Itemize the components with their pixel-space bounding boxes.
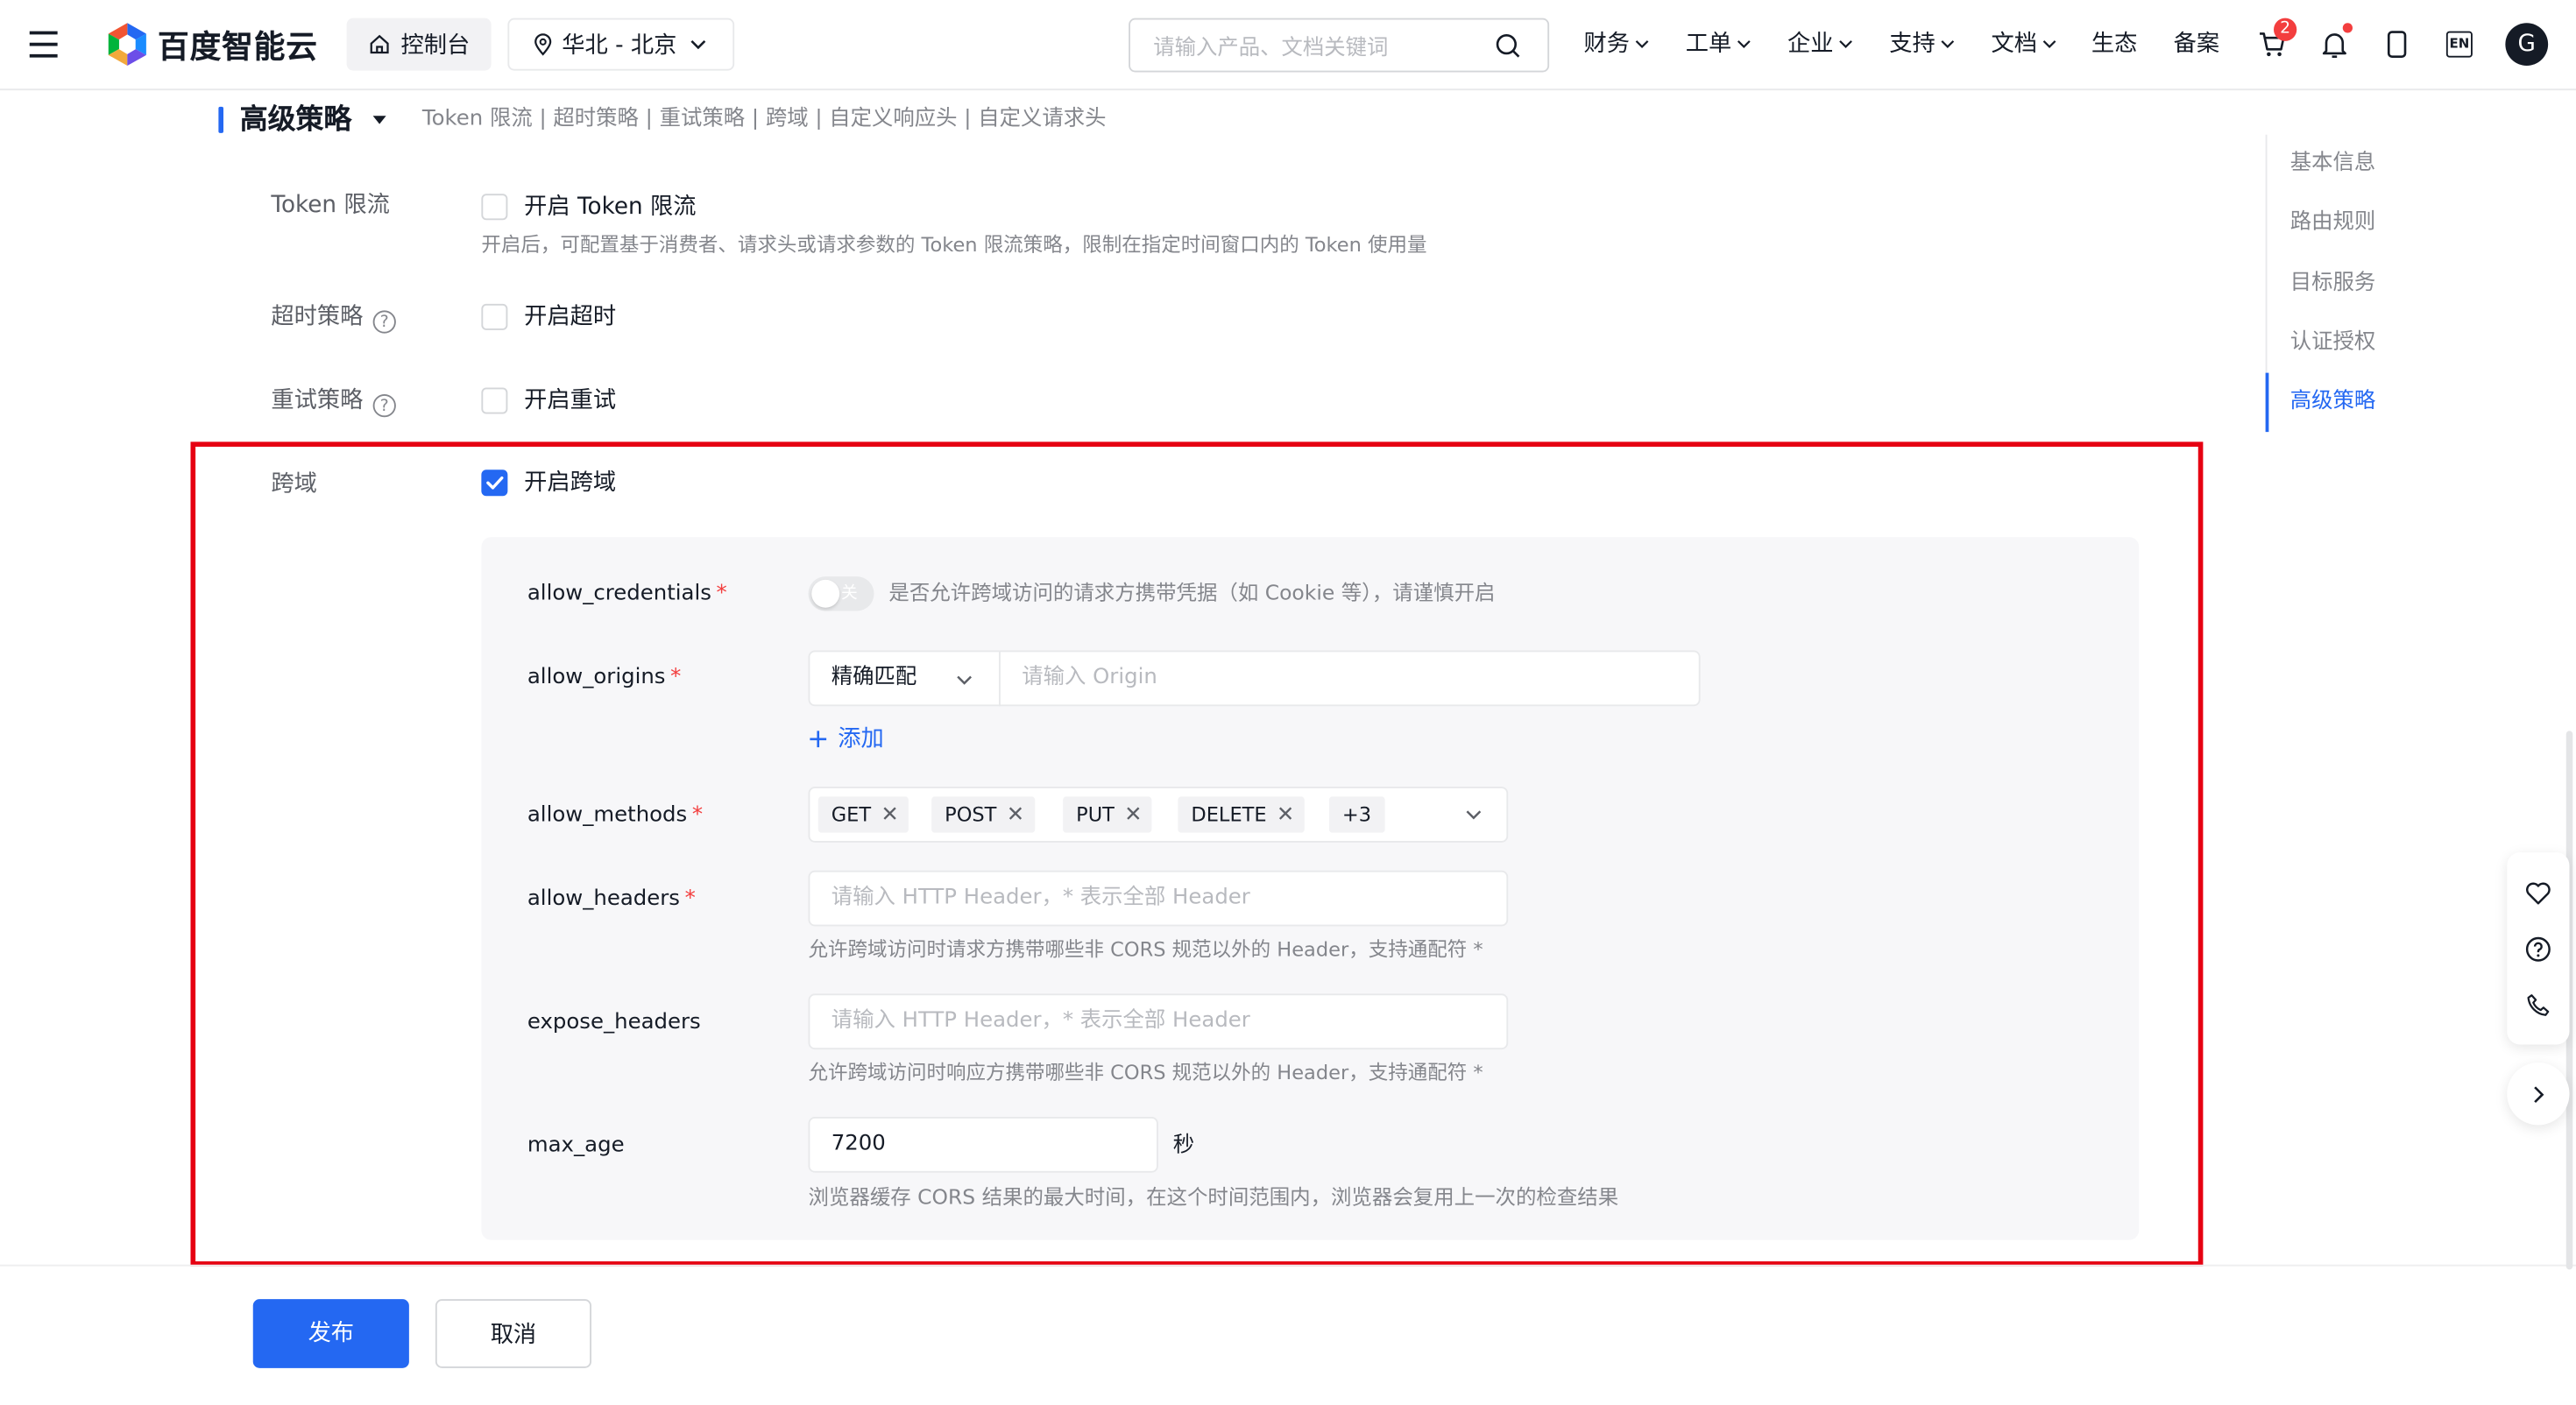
cart-badge: 2 (2274, 18, 2297, 41)
timeout-policy-label: 超时策略 (271, 303, 364, 330)
nav-ecosystem[interactable]: 生态 (2091, 28, 2138, 61)
search-icon[interactable] (1495, 33, 1521, 60)
baidu-cloud-logo-icon (108, 23, 146, 66)
user-avatar[interactable]: G (2505, 23, 2549, 66)
top-navbar: 百度智能云 控制台 华北 - 北京 请输入产品、文档关键词 财务 工单 企业 支… (0, 0, 2576, 91)
footer-divider (0, 1264, 2576, 1267)
side-nav-basic-info[interactable]: 基本信息 (2290, 148, 2376, 181)
avatar-letter: G (2517, 31, 2536, 58)
heart-icon (2526, 882, 2551, 905)
chevron-down-icon (1839, 40, 1852, 49)
region-selector[interactable]: 华北 - 北京 (507, 18, 735, 71)
brand-logo[interactable]: 百度智能云 (105, 21, 318, 67)
retry-checkbox[interactable] (481, 387, 508, 414)
search-placeholder: 请输入产品、文档关键词 (1153, 36, 1389, 61)
global-search-box[interactable]: 请输入产品、文档关键词 (1129, 18, 1550, 73)
nav-enterprise[interactable]: 企业 (1787, 28, 1853, 61)
location-pin-icon (534, 33, 552, 56)
nav-finance-label: 财务 (1583, 31, 1631, 58)
section-title[interactable]: 高级策略 (240, 102, 388, 138)
expand-panel-button[interactable] (2507, 1063, 2570, 1126)
question-mark-icon[interactable]: ? (372, 310, 396, 334)
nav-support[interactable]: 支持 (1889, 28, 1955, 61)
nav-filing-label: 备案 (2173, 31, 2220, 58)
cors-highlight-box (190, 441, 2204, 1267)
timeout-policy-label-wrap: 超时策略? (271, 300, 396, 334)
nav-docs[interactable]: 文档 (1992, 28, 2057, 61)
side-nav-routing-rules[interactable]: 路由规则 (2290, 207, 2376, 240)
notification-button[interactable] (2317, 23, 2353, 62)
token-limit-checkbox-label[interactable]: 开启 Token 限流 (524, 191, 696, 224)
section-subtabs: Token 限流 | 超时策略 | 重试策略 | 跨域 | 自定义响应头 | 自… (421, 106, 1107, 131)
nav-ticket[interactable]: 工单 (1686, 28, 1752, 61)
favorite-button[interactable] (2509, 864, 2568, 923)
mobile-phone-icon (2387, 31, 2407, 58)
bell-icon (2322, 33, 2346, 58)
token-limit-hint: 开启后，可配置基于消费者、请求头或请求参数的 Token 限流策略，限制在指定时… (481, 233, 1427, 257)
caret-down-icon[interactable] (372, 113, 388, 126)
chevron-down-icon (1941, 40, 1955, 49)
timeout-checkbox[interactable] (481, 303, 508, 330)
cancel-button[interactable]: 取消 (435, 1299, 591, 1368)
nav-ecosystem-label: 生态 (2091, 31, 2138, 58)
hamburger-menu-icon[interactable] (29, 31, 60, 58)
side-nav-active-marker (2265, 372, 2269, 433)
brand-name: 百度智能云 (158, 28, 318, 66)
nav-support-label: 支持 (1889, 31, 1936, 58)
console-label: 控制台 (400, 32, 471, 60)
help-circle-icon (2525, 936, 2551, 962)
retry-checkbox-label[interactable]: 开启重试 (524, 385, 616, 418)
nav-docs-label: 文档 (1991, 31, 2038, 58)
chevron-down-icon (690, 39, 706, 50)
contact-button[interactable] (2509, 976, 2568, 1035)
cart-button[interactable]: 2 (2254, 18, 2297, 62)
nav-finance[interactable]: 财务 (1584, 28, 1650, 61)
mobile-app-button[interactable] (2379, 26, 2415, 62)
chevron-down-icon (1635, 40, 1649, 49)
help-button[interactable] (2509, 920, 2568, 979)
side-nav-auth[interactable]: 认证授权 (2290, 327, 2376, 360)
side-nav-target-service[interactable]: 目标服务 (2290, 268, 2376, 301)
chevron-down-icon (2042, 40, 2056, 49)
publish-button[interactable]: 发布 (252, 1299, 409, 1368)
section-title-text: 高级策略 (239, 103, 352, 137)
retry-policy-label-wrap: 重试策略? (271, 385, 396, 418)
chevron-right-icon (2533, 1085, 2544, 1103)
token-limit-label: Token 限流 (271, 192, 390, 219)
retry-policy-label: 重试策略 (271, 387, 364, 414)
language-switch-button[interactable]: EN (2441, 26, 2477, 62)
nav-enterprise-label: 企业 (1787, 31, 1834, 58)
token-limit-checkbox[interactable] (481, 194, 508, 221)
phone-icon (2527, 994, 2550, 1016)
console-button[interactable]: 控制台 (346, 18, 492, 71)
notification-dot (2342, 23, 2353, 33)
chevron-down-icon (1737, 40, 1751, 49)
section-title-accent (218, 106, 223, 133)
language-switch-label: EN (2445, 31, 2473, 58)
question-mark-icon[interactable]: ? (372, 394, 396, 418)
nav-ticket-label: 工单 (1685, 31, 1732, 58)
home-icon (370, 34, 389, 54)
region-label: 华北 - 北京 (562, 32, 677, 60)
side-nav-advanced-policy[interactable]: 高级策略 (2290, 386, 2376, 420)
nav-filing[interactable]: 备案 (2174, 28, 2220, 61)
timeout-checkbox-label[interactable]: 开启超时 (524, 300, 616, 334)
